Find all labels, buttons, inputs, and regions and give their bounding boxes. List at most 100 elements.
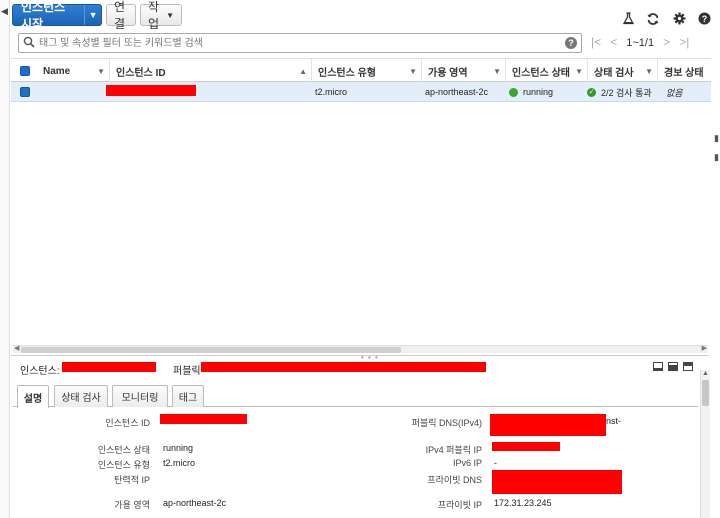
prev-page-icon[interactable]: < bbox=[610, 35, 617, 49]
sort-icon: ▼ bbox=[409, 66, 417, 76]
last-page-icon[interactable]: >| bbox=[679, 35, 689, 49]
col-header-zone-label: 가용 영역 bbox=[428, 67, 468, 79]
field-label-instance-id: 인스턴스 ID bbox=[105, 418, 150, 428]
col-header-instance-state[interactable]: 인스턴스 상태 ▼ bbox=[505, 59, 587, 83]
tab-monitoring-label: 모니터링 bbox=[121, 393, 159, 404]
detail-vertical-scrollbar[interactable]: ▲ bbox=[700, 370, 710, 518]
col-header-status-checks[interactable]: 상태 검사 ▼ bbox=[587, 59, 657, 83]
refresh-icon[interactable] bbox=[646, 12, 660, 26]
filter-search-box[interactable]: ? bbox=[18, 33, 582, 53]
row-alarm-status: 없음 bbox=[666, 87, 683, 98]
help-icon[interactable]: ? bbox=[698, 12, 711, 25]
field-ipv6: - bbox=[494, 458, 497, 468]
row-instance-type: t2.micro bbox=[315, 87, 348, 97]
field-label-instance-type: 인스턴스 유형 bbox=[97, 460, 150, 470]
field-label-zone: 가용 영역 bbox=[114, 500, 150, 510]
scrollbar-thumb[interactable] bbox=[21, 347, 401, 353]
field-label-instance-state: 인스턴스 상태 bbox=[97, 445, 150, 455]
check-passed-icon: ✓ bbox=[587, 87, 596, 97]
tab-status-checks-label: 상태 검사 bbox=[61, 393, 101, 404]
scroll-right-icon[interactable]: ▶ bbox=[702, 344, 707, 352]
scroll-left-icon[interactable]: ◀ bbox=[14, 344, 19, 352]
left-panel-gutter bbox=[0, 0, 10, 518]
detail-tabs: 설명 상태 검사 모니터링 태그 bbox=[13, 385, 698, 408]
field-label-private-dns: 프라이빗 DNS bbox=[427, 475, 482, 485]
filter-help-icon[interactable]: ? bbox=[565, 37, 577, 49]
row-status-checks-label: 2/2 검사 통과 bbox=[601, 87, 652, 98]
col-header-alarm-status[interactable]: 경보 상태 bbox=[657, 59, 711, 83]
tab-description-label: 설명 bbox=[23, 393, 43, 405]
row-checkbox[interactable] bbox=[20, 87, 30, 97]
col-header-name[interactable]: Name ▼ bbox=[37, 59, 109, 83]
tab-tags[interactable]: 태그 bbox=[172, 385, 204, 407]
row-instance-state: running bbox=[509, 82, 553, 102]
collapse-left-icon[interactable]: ◀ bbox=[1, 6, 8, 17]
tab-monitoring[interactable]: 모니터링 bbox=[112, 385, 168, 407]
col-header-instance-id[interactable]: 인스턴스 ID ▲ bbox=[109, 59, 311, 83]
col-header-instance-id-label: 인스턴스 ID bbox=[116, 67, 166, 79]
redacted-detail-instance-id bbox=[62, 362, 156, 372]
field-label-elastic-ip: 탄력적 IP bbox=[114, 475, 150, 485]
tab-tags-label: 태그 bbox=[178, 393, 198, 404]
launch-instance-label: 인스턴스 시작 bbox=[13, 0, 86, 31]
connect-label: 연결 bbox=[114, 0, 126, 31]
svg-text:?: ? bbox=[702, 14, 708, 24]
layout-split-icon[interactable] bbox=[668, 362, 678, 371]
chevron-down-icon: ▼ bbox=[166, 10, 174, 20]
row-zone: ap-northeast-2c bbox=[425, 87, 489, 97]
gear-icon[interactable] bbox=[673, 12, 686, 25]
scroll-up-icon[interactable]: ▲ bbox=[702, 370, 709, 377]
field-private-ip: 172.31.23.245 bbox=[494, 498, 552, 508]
filter-input[interactable] bbox=[39, 35, 559, 51]
layout-top-icon[interactable] bbox=[683, 362, 693, 371]
select-all-checkbox[interactable] bbox=[20, 66, 30, 76]
tab-description[interactable]: 설명 bbox=[17, 385, 49, 408]
scrollbar-thumb[interactable] bbox=[702, 380, 709, 406]
next-page-icon[interactable]: > bbox=[663, 35, 670, 49]
col-header-name-label: Name bbox=[43, 65, 71, 77]
col-header-instance-type[interactable]: 인스턴스 유형 ▼ bbox=[311, 59, 421, 83]
redacted-field-public-ip bbox=[492, 442, 560, 451]
sort-icon: ▼ bbox=[575, 66, 583, 76]
actions-button[interactable]: 작업 ▼ bbox=[140, 0, 182, 31]
page-range: 1~1/1 bbox=[626, 37, 655, 49]
row-status-checks: ✓ 2/2 검사 통과 bbox=[587, 82, 652, 102]
launch-instance-button[interactable]: 인스턴스 시작 ▼ bbox=[12, 0, 102, 31]
right-edge-marker-icon: ▮ bbox=[714, 133, 719, 143]
detail-summary-bar: 인스턴스: 퍼블릭 bbox=[13, 360, 708, 377]
col-header-instance-state-label: 인스턴스 상태 bbox=[512, 67, 570, 79]
search-icon bbox=[23, 36, 35, 48]
sort-icon: ▼ bbox=[645, 66, 653, 76]
redacted-field-private-dns bbox=[492, 470, 622, 494]
sort-ascending-icon: ▲ bbox=[299, 66, 307, 76]
row-instance-state-label: running bbox=[523, 87, 554, 97]
flask-icon[interactable] bbox=[622, 12, 635, 25]
field-label-private-ip: 프라이빗 IP bbox=[437, 500, 482, 510]
redacted-field-instance-id bbox=[160, 414, 247, 424]
field-label-ipv6: IPv6 IP bbox=[452, 458, 482, 468]
redacted-field-public-dns bbox=[490, 414, 606, 436]
col-header-zone[interactable]: 가용 영역 ▼ bbox=[421, 59, 505, 83]
detail-instance-label: 인스턴스: bbox=[20, 366, 60, 377]
redacted-instance-id bbox=[106, 85, 196, 96]
table-horizontal-scrollbar[interactable]: ◀ ▶ bbox=[13, 345, 708, 353]
panel-resize-divider[interactable]: • • • bbox=[11, 353, 709, 362]
launch-dropdown-icon[interactable]: ▼ bbox=[85, 10, 101, 20]
tab-status-checks[interactable]: 상태 검사 bbox=[54, 385, 108, 407]
field-label-public-dns: 퍼블릭 DNS(IPv4) bbox=[411, 418, 482, 428]
table-row[interactable]: t2.micro ap-northeast-2c running ✓ 2/2 검… bbox=[11, 82, 711, 102]
connect-button[interactable]: 연결 bbox=[106, 0, 136, 31]
field-public-dns-suffix: nst- bbox=[606, 416, 622, 426]
layout-bottom-icon[interactable] bbox=[653, 362, 663, 371]
right-edge-marker-icon: ▮ bbox=[714, 152, 719, 162]
field-label-public-ip: IPv4 퍼블릭 IP bbox=[425, 445, 482, 455]
field-instance-type: t2.micro bbox=[163, 458, 196, 468]
instances-table-header: Name ▼ 인스턴스 ID ▲ 인스턴스 유형 ▼ 가용 영역 ▼ 인스턴스 … bbox=[11, 58, 711, 83]
running-status-icon bbox=[509, 87, 518, 97]
col-header-instance-type-label: 인스턴스 유형 bbox=[318, 67, 376, 79]
first-page-icon[interactable]: |< bbox=[591, 35, 601, 49]
field-zone: ap-northeast-2c bbox=[163, 498, 227, 508]
col-header-status-checks-label: 상태 검사 bbox=[594, 67, 634, 79]
col-header-alarm-status-label: 경보 상태 bbox=[664, 67, 704, 79]
sort-icon: ▼ bbox=[493, 66, 501, 76]
